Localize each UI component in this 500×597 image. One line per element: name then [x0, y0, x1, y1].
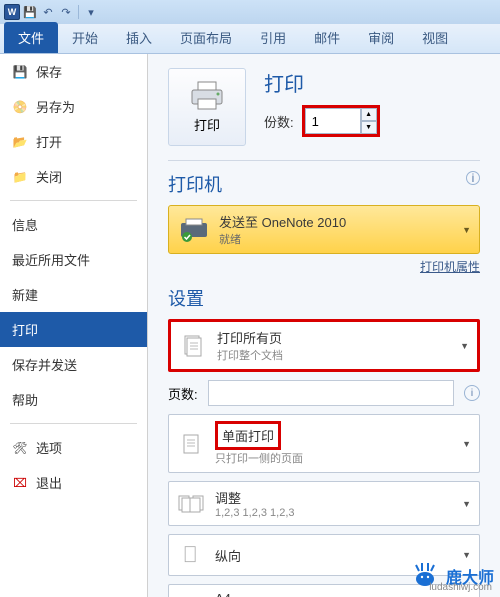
printer-select[interactable]: 发送至 OneNote 2010 就绪 ▼ [168, 205, 480, 254]
open-icon: 📂 [12, 134, 28, 150]
tab-view[interactable]: 视图 [408, 22, 462, 53]
portrait-icon [177, 541, 205, 569]
tab-references[interactable]: 引用 [246, 22, 300, 53]
backstage-sidebar: 💾 保存 📀 另存为 📂 打开 📁 关闭 信息 最近所用文件 新建 打印 保存并… [0, 54, 148, 597]
sidebar-item-new[interactable]: 新建 [0, 277, 147, 312]
backstage-main: 打印 打印 份数: ▲ ▼ i 打印机 [148, 54, 500, 597]
undo-qat-icon[interactable]: ↶ [40, 4, 56, 20]
ribbon-tabs: 文件 开始 插入 页面布局 引用 邮件 审阅 视图 [0, 24, 500, 54]
save-qat-icon[interactable]: 💾 [22, 4, 38, 20]
qat-dropdown-icon[interactable]: ▾ [83, 4, 99, 20]
collate-select[interactable]: 调整 1,2,3 1,2,3 1,2,3 ▼ [168, 481, 480, 526]
printer-name: 发送至 OneNote 2010 [219, 212, 346, 231]
sidebar-item-save[interactable]: 💾 保存 [0, 54, 147, 89]
sidebar-item-share[interactable]: 保存并发送 [0, 347, 147, 382]
sidebar-item-saveas[interactable]: 📀 另存为 [0, 89, 147, 124]
tab-insert[interactable]: 插入 [112, 22, 166, 53]
watermark-url: ludashiwj.com [429, 582, 492, 593]
single-page-icon [177, 430, 205, 458]
sidebar-item-recent[interactable]: 最近所用文件 [0, 242, 147, 277]
save-icon: 💾 [12, 64, 28, 80]
exit-icon: ⌧ [12, 475, 28, 491]
print-scope-select[interactable]: 打印所有页 打印整个文档 ▼ [168, 319, 480, 372]
paper-label: A4 [215, 591, 310, 597]
sidebar-item-exit[interactable]: ⌧ 退出 [0, 465, 147, 500]
tab-file[interactable]: 文件 [4, 22, 58, 53]
title-bar: W 💾 ↶ ↷ ▾ [0, 0, 500, 24]
redo-qat-icon[interactable]: ↷ [58, 4, 74, 20]
document-icon [179, 332, 207, 360]
chevron-down-icon: ▼ [462, 439, 471, 449]
sidebar-item-label: 保存 [36, 62, 62, 81]
copies-spin-down[interactable]: ▼ [361, 121, 377, 134]
printer-device-icon [179, 217, 209, 243]
duplex-label: 单面打印 [222, 429, 274, 444]
chevron-down-icon: ▼ [460, 341, 469, 351]
collate-icon [177, 490, 205, 518]
copies-label: 份数: [264, 112, 294, 131]
options-icon: 🛠 [12, 440, 28, 456]
tab-home[interactable]: 开始 [58, 22, 112, 53]
sidebar-item-label: 关闭 [36, 167, 62, 186]
duplex-desc: 只打印一侧的页面 [215, 450, 303, 466]
print-title: 打印 [264, 68, 380, 97]
duplex-select[interactable]: 单面打印 只打印一侧的页面 ▼ [168, 414, 480, 473]
copies-highlight: ▲ ▼ [302, 105, 380, 137]
saveas-icon: 📀 [12, 99, 28, 115]
pages-input[interactable] [208, 380, 454, 406]
printer-properties-link[interactable]: 打印机属性 [168, 258, 480, 275]
copies-spin-up[interactable]: ▲ [361, 108, 377, 121]
sidebar-item-label: 打开 [36, 132, 62, 151]
tab-review[interactable]: 审阅 [354, 22, 408, 53]
sidebar-item-label: 另存为 [36, 97, 75, 116]
printer-status: 就绪 [219, 231, 346, 247]
app-icon: W [4, 4, 20, 20]
paper-icon [177, 593, 205, 597]
watermark: 鹿大师 ludashiwj.com [410, 561, 494, 591]
tab-layout[interactable]: 页面布局 [166, 22, 246, 53]
sidebar-item-close[interactable]: 📁 关闭 [0, 159, 147, 194]
pages-info-icon[interactable]: i [464, 385, 480, 401]
orientation-label: 纵向 [215, 546, 241, 565]
scope-desc: 打印整个文档 [217, 347, 283, 363]
settings-title: 设置 [168, 285, 480, 311]
sidebar-item-help[interactable]: 帮助 [0, 382, 147, 417]
close-icon: 📁 [12, 169, 28, 185]
chevron-down-icon: ▼ [462, 225, 471, 235]
sidebar-item-print[interactable]: 打印 [0, 312, 147, 347]
pages-label: 页数: [168, 384, 198, 403]
printer-icon [189, 81, 225, 111]
chevron-down-icon: ▼ [462, 550, 471, 560]
print-button-label: 打印 [194, 115, 220, 134]
duplex-highlight: 单面打印 [215, 421, 281, 450]
print-button[interactable]: 打印 [168, 68, 246, 146]
sidebar-item-label: 退出 [36, 473, 62, 492]
copies-input[interactable] [305, 108, 361, 134]
sidebar-item-info[interactable]: 信息 [0, 207, 147, 242]
chevron-down-icon: ▼ [462, 499, 471, 509]
collate-desc: 1,2,3 1,2,3 1,2,3 [215, 507, 295, 519]
tab-mailings[interactable]: 邮件 [300, 22, 354, 53]
collate-label: 调整 [215, 488, 295, 507]
printer-info-icon[interactable]: i [466, 171, 480, 185]
sidebar-item-options[interactable]: 🛠 选项 [0, 430, 147, 465]
sidebar-item-label: 选项 [36, 438, 62, 457]
scope-label: 打印所有页 [217, 328, 283, 347]
sidebar-item-open[interactable]: 📂 打开 [0, 124, 147, 159]
printer-section-title: 打印机 [168, 171, 480, 197]
